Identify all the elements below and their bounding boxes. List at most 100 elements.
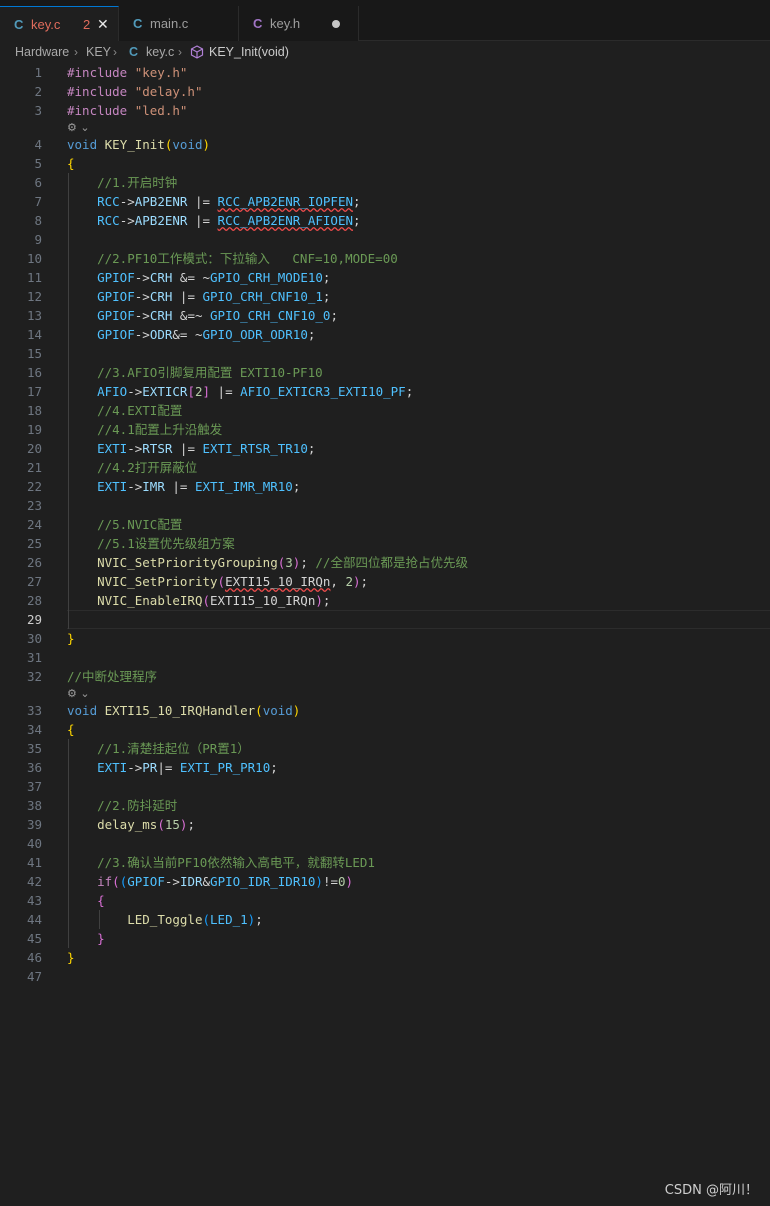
code-token: void: [67, 137, 105, 152]
code-line[interactable]: //5.1设置优先级组方案: [67, 534, 235, 553]
code-line[interactable]: GPIOF->CRH &=~ GPIO_CRH_CNF10_0;: [67, 306, 338, 325]
line-number: 18: [26, 403, 42, 418]
code-token: RCC_APB2ENR_IOPFEN: [217, 194, 354, 209]
line-number: 16: [26, 365, 42, 380]
code-line[interactable]: RCC->APB2ENR |= RCC_APB2ENR_IOPFEN;: [67, 192, 360, 211]
breadcrumb-folder-hardware[interactable]: Hardware: [15, 41, 69, 63]
code-token: #include: [67, 103, 135, 118]
code-line[interactable]: }: [67, 948, 75, 967]
code-token: |=: [210, 384, 241, 399]
code-line[interactable]: }: [67, 629, 75, 648]
code-line[interactable]: #include "key.h": [67, 63, 187, 82]
code-lens-icon[interactable]: ⚙︎ ⌄: [67, 687, 90, 700]
code-token: GPIOF: [97, 289, 135, 304]
line-number: 12: [26, 289, 42, 304]
line-number: 17: [26, 384, 42, 399]
code-token: EXTI: [97, 441, 128, 456]
code-token: ODR: [149, 327, 173, 342]
code-token: delay_ms: [97, 817, 158, 832]
code-token: GPIO_CRH_CNF10_1: [202, 289, 323, 304]
line-number: 20: [26, 441, 42, 456]
code-line[interactable]: void KEY_Init(void): [67, 135, 210, 154]
chevron-right-icon: ›: [178, 45, 182, 59]
tab-key-h[interactable]: C key.h: [239, 6, 359, 41]
code-comment: //2.PF10工作模式：下拉输入 CNF=10,MODE=00: [97, 251, 398, 266]
code-line[interactable]: delay_ms(15);: [67, 815, 195, 834]
code-line[interactable]: LED_Toggle(LED_1);: [67, 910, 263, 929]
code-token: |=: [157, 760, 180, 775]
breadcrumb-file[interactable]: key.c: [146, 41, 174, 63]
code-line[interactable]: GPIOF->CRH &= ~GPIO_CRH_MODE10;: [67, 268, 330, 287]
code-line[interactable]: //1.开启时钟: [67, 173, 177, 192]
code-token: IDR: [179, 874, 203, 889]
code-token: EXTI: [97, 760, 128, 775]
code-token: (: [255, 703, 263, 718]
code-line[interactable]: //中断处理程序: [67, 667, 157, 686]
code-line[interactable]: #include "delay.h": [67, 82, 202, 101]
code-token: GPIO_CRH_CNF10_0: [210, 308, 331, 323]
code-token: GPIOF: [97, 270, 135, 285]
line-number: 15: [26, 346, 42, 361]
code-token: APB2ENR: [134, 213, 188, 228]
close-icon[interactable]: ✕: [97, 7, 109, 42]
code-line[interactable]: if((GPIOF->IDR&GPIO_IDR_IDR10)!=0): [67, 872, 353, 891]
line-number: 14: [26, 327, 42, 342]
line-number: 5: [34, 156, 42, 171]
code-token: APB2ENR: [134, 194, 188, 209]
code-line[interactable]: //2.PF10工作模式：下拉输入 CNF=10,MODE=00: [67, 249, 398, 268]
code-line[interactable]: //3.AFIO引脚复用配置 EXTI10-PF10: [67, 363, 323, 382]
code-token: {: [97, 893, 105, 908]
code-token: LED_1: [210, 912, 248, 927]
code-line[interactable]: {: [67, 154, 75, 173]
code-token: |=: [187, 194, 218, 209]
code-line[interactable]: #include "led.h": [67, 101, 187, 120]
code-token: EXTICR: [142, 384, 188, 399]
code-line[interactable]: //2.防抖延时: [67, 796, 177, 815]
code-token: ;: [360, 574, 369, 589]
code-line[interactable]: {: [67, 720, 75, 739]
breadcrumb: Hardware › KEY › C key.c › KEY_Init(void…: [0, 41, 770, 63]
code-token: ;: [322, 289, 331, 304]
unsaved-dot-icon[interactable]: [332, 20, 340, 28]
code-line[interactable]: NVIC_EnableIRQ(EXTI15_10_IRQn);: [67, 591, 330, 610]
code-line[interactable]: EXTI->PR|= EXTI_PR_PR10;: [67, 758, 278, 777]
code-token: PR: [142, 760, 158, 775]
breadcrumb-folder-key[interactable]: KEY: [86, 41, 111, 63]
code-token: ->: [127, 760, 143, 775]
code-line[interactable]: GPIOF->CRH |= GPIO_CRH_CNF10_1;: [67, 287, 330, 306]
code-line[interactable]: NVIC_SetPriority(EXTI15_10_IRQn, 2);: [67, 572, 368, 591]
code-line[interactable]: {: [67, 891, 105, 910]
code-token: 15: [164, 817, 180, 832]
breadcrumb-symbol[interactable]: KEY_Init(void): [209, 41, 289, 63]
code-line[interactable]: //3.确认当前PF10依然输入高电平，就翻转LED1: [67, 853, 375, 872]
code-line[interactable]: void EXTI15_10_IRQHandler(void): [67, 701, 300, 720]
code-line[interactable]: //4.2打开屏蔽位: [67, 458, 197, 477]
code-token: IMR: [142, 479, 165, 494]
code-line[interactable]: EXTI->IMR |= EXTI_IMR_MR10;: [67, 477, 300, 496]
code-line[interactable]: //1.清楚挂起位（PR置1）: [67, 739, 250, 758]
code-lens-icon[interactable]: ⚙︎ ⌄: [67, 121, 90, 134]
line-number: 6: [34, 175, 42, 190]
code-token: AFIO_EXTICR3_EXTI10_PF: [240, 384, 406, 399]
code-line[interactable]: //4.EXTI配置: [67, 401, 182, 420]
indent-guide: [68, 173, 69, 629]
code-line[interactable]: NVIC_SetPriorityGrouping(3); //全部四位都是抢占优…: [67, 553, 468, 572]
code-line[interactable]: EXTI->RTSR |= EXTI_RTSR_TR10;: [67, 439, 315, 458]
code-line[interactable]: }: [67, 929, 105, 948]
code-line[interactable]: AFIO->EXTICR[2] |= AFIO_EXTICR3_EXTI10_P…: [67, 382, 413, 401]
line-number: 34: [26, 722, 42, 737]
code-line[interactable]: //5.NVIC配置: [67, 515, 182, 534]
tab-key-c[interactable]: C key.c 2 ✕: [0, 6, 119, 41]
tab-main-c[interactable]: C main.c: [119, 6, 239, 41]
code-line[interactable]: GPIOF->ODR&= ~GPIO_ODR_ODR10;: [67, 325, 315, 344]
code-line[interactable]: RCC->APB2ENR |= RCC_APB2ENR_AFIOEN;: [67, 211, 360, 230]
code-line[interactable]: //4.1配置上升沿触发: [67, 420, 222, 439]
